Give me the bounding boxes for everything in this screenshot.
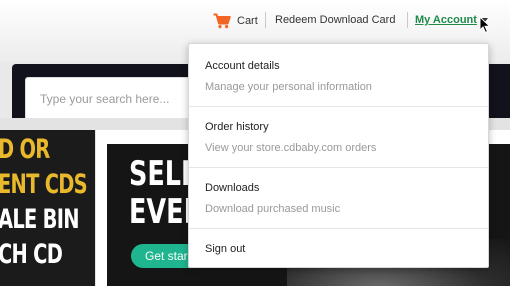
menu-item-subtitle: Download purchased music — [205, 203, 341, 215]
menu-item-account-details[interactable]: Account details Manage your personal inf… — [189, 60, 488, 93]
account-dropdown-menu: Account details Manage your personal inf… — [188, 43, 489, 268]
promo-text-line: CH CD — [0, 239, 63, 270]
promo-text-line: D OR — [0, 134, 50, 165]
cart-link[interactable]: Cart — [213, 11, 258, 31]
menu-item-subtitle: View your store.cdbaby.com orders — [205, 142, 377, 154]
mouse-cursor-icon — [479, 15, 491, 39]
menu-item-order-history[interactable]: Order history View your store.cdbaby.com… — [189, 121, 488, 154]
divider — [265, 12, 266, 28]
menu-item-title: Downloads — [205, 182, 260, 194]
promo-text-line: ALE BIN — [0, 204, 79, 235]
menu-item-downloads[interactable]: Downloads Download purchased music — [189, 182, 488, 215]
menu-item-title: Order history — [205, 121, 269, 133]
my-account-link[interactable]: My Account — [415, 14, 477, 26]
shopping-cart-icon — [213, 13, 231, 29]
menu-item-subtitle: Manage your personal information — [205, 81, 372, 93]
cart-label: Cart — [237, 15, 258, 27]
menu-item-title: Sign out — [205, 243, 246, 255]
promo-banner-left[interactable]: D OR ENT CDS ALE BIN CH CD — [0, 130, 95, 286]
menu-item-sign-out[interactable]: Sign out — [189, 243, 488, 255]
redeem-download-card-link[interactable]: Redeem Download Card — [275, 14, 395, 26]
menu-divider — [189, 106, 488, 107]
divider — [407, 12, 408, 28]
promo-text-line: ENT CDS — [0, 169, 88, 200]
menu-divider — [189, 228, 488, 229]
menu-item-title: Account details — [205, 60, 280, 72]
menu-divider — [189, 167, 488, 168]
